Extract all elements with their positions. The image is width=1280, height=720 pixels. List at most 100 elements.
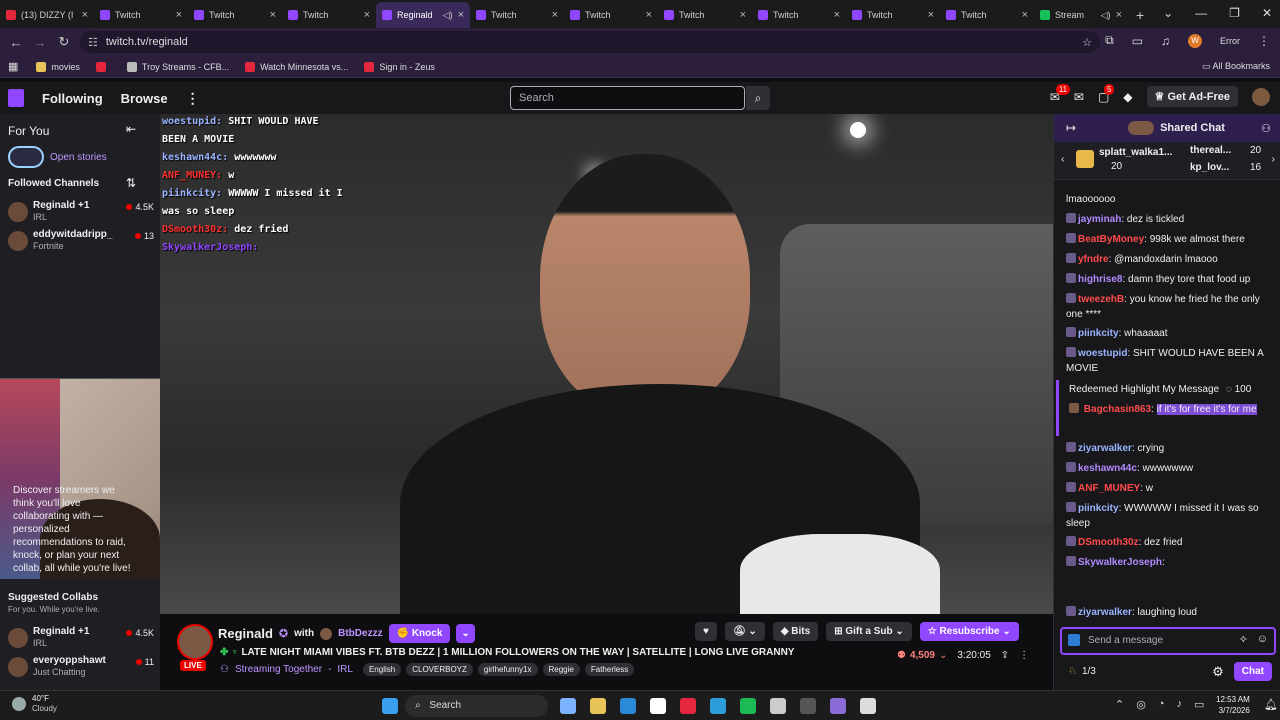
chat-username[interactable]: SkywalkerJoseph [1078,557,1162,568]
reload-button[interactable]: ↻ [52,34,76,50]
chat-username[interactable]: keshawn44c [1078,463,1137,474]
gift-sub-button[interactable]: ⊞ Gift a Sub ⌄ [826,622,912,641]
chat-send-button[interactable]: Chat [1233,662,1272,681]
stream-tag[interactable]: girlhefunny1x [477,663,538,676]
sidebar-channel[interactable]: Reginald +1 IRL 4.5K [8,626,158,650]
browser-tab[interactable]: Twitch × [94,2,188,28]
streaming-together-label[interactable]: Streaming Together [235,664,322,675]
share-icon[interactable]: ⇪ [1001,650,1009,661]
open-stories-row[interactable]: Open stories [8,146,107,168]
close-tab-icon[interactable]: × [458,9,464,21]
speaker-icon[interactable]: ◁) [443,10,453,21]
chat-username[interactable]: DSmooth30z [1078,537,1139,548]
browser-tab[interactable]: Twitch × [846,2,940,28]
bookmark-item[interactable] [95,61,111,72]
more-options-icon[interactable]: ⋮ [1019,650,1029,661]
tray-overflow-icon[interactable]: ⌃ [1115,698,1124,711]
chevron-down-icon[interactable]: ⌄ [1163,6,1173,20]
profile-avatar[interactable]: W [1188,33,1202,48]
maximize-button[interactable]: ❐ [1229,6,1240,20]
leaderboard-prev-icon[interactable]: ‹ [1061,154,1064,165]
streamer-avatar[interactable] [177,624,213,660]
new-tab-button[interactable]: + [1128,7,1152,28]
chat-username[interactable]: yfndre [1078,254,1109,265]
extensions-icon[interactable]: ⧉ [1105,33,1114,48]
windows-start-icon[interactable] [382,698,398,714]
chat-username[interactable]: piinkcity [1078,503,1119,514]
browser-tab[interactable]: Twitch × [658,2,752,28]
error-label[interactable]: Error [1220,36,1240,46]
get-ad-free-button[interactable]: ♕ Get Ad-Free [1146,86,1238,107]
chat-username[interactable]: piinkcity [1078,328,1119,339]
close-tab-icon[interactable]: × [176,9,182,21]
bookmark-item[interactable]: Sign in - Zeus [364,61,435,72]
chat-username[interactable]: tweezehB [1078,294,1124,305]
wifi-icon[interactable]: ◔ [1158,698,1165,711]
more-menu-icon[interactable]: ⋮ [186,90,200,107]
chat-settings-icon[interactable]: ⚙ [1212,664,1224,680]
following-link[interactable]: Following [42,91,103,106]
bits-button[interactable]: ◆ Bits [772,622,819,641]
inbox-icon[interactable]: ✉ 11 [1050,83,1071,104]
mail-icon[interactable]: ✉ [1074,90,1084,104]
close-tab-icon[interactable]: × [834,9,840,21]
channel-points-balance[interactable]: ♘ 1/3 [1068,666,1096,677]
emote-picker-icon[interactable]: ☺ [1257,633,1268,645]
leaderboard-next-icon[interactable]: › [1272,154,1275,165]
collab-name[interactable]: BtbDezzz [338,628,382,639]
browser-icon[interactable] [710,698,726,714]
taskbar-search[interactable]: ⌕ Search [405,695,548,717]
sort-icon[interactable]: ⇅ [126,176,136,190]
app-icon[interactable] [770,698,786,714]
close-tab-icon[interactable]: × [364,9,370,21]
chat-username[interactable]: woestupid [1078,348,1127,359]
bookmark-item[interactable]: Watch Minnesota vs... [245,61,348,72]
bits-cheer-icon[interactable]: ✧ [1239,633,1248,646]
media-player-icon[interactable] [860,698,876,714]
browser-tab[interactable]: Twitch × [188,2,282,28]
close-tab-icon[interactable]: × [270,9,276,21]
knock-button[interactable]: ✊ Knock [388,624,451,643]
collapse-chat-icon[interactable]: ↦ [1066,121,1076,135]
resubscribe-button[interactable]: ☆ Resubscribe ⌄ [919,622,1019,641]
clock[interactable]: 12:53 AM 3/7/2026 [1216,694,1250,716]
volume-icon[interactable]: ♪ [1176,698,1182,711]
streamer-name[interactable]: Reginald [218,626,273,641]
close-tab-icon[interactable]: × [928,9,934,21]
chat-username[interactable]: jayminah [1078,214,1121,225]
close-tab-icon[interactable]: × [1116,9,1122,21]
browser-tab[interactable]: Twitch × [752,2,846,28]
speaker-icon[interactable]: ◁) [1101,10,1111,21]
spotify-icon[interactable] [740,698,756,714]
discord-icon[interactable] [830,698,846,714]
close-tab-icon[interactable]: × [552,9,558,21]
stream-tag[interactable]: Reggie [542,663,580,676]
close-tab-icon[interactable]: × [1022,9,1028,21]
users-icon[interactable]: ⚇ [1261,122,1271,135]
all-bookmarks-button[interactable]: ▭ All Bookmarks [1202,61,1270,72]
media-icon[interactable]: ♫ [1161,34,1170,48]
browser-tab[interactable]: Twitch × [940,2,1034,28]
chat-username[interactable]: ziyarwalker [1078,443,1132,454]
notifications-bell-button[interactable]: 🔕︎ ⌄ [724,622,765,641]
twitch-logo-icon[interactable] [8,89,24,107]
tray-app-icon[interactable]: ◎ [1136,698,1146,711]
video-player[interactable]: woestupid: SHIT WOULD HAVE BEEN A MOVIE k… [160,114,1053,614]
battery-icon[interactable]: ▭ [1194,698,1204,711]
sidebar-channel[interactable]: eddywitdadripp_ Fortnite 13 [8,229,158,253]
site-info-icon[interactable]: ☷ [88,36,98,49]
apps-grid-icon[interactable]: ▦ [8,60,18,73]
collapse-sidebar-icon[interactable]: ⇤ [126,122,136,136]
menu-icon[interactable]: ⋮ [1258,34,1270,48]
widgets-icon[interactable] [560,698,576,714]
chat-username[interactable]: ziyarwalker [1078,607,1132,618]
whispers-icon[interactable]: ▢ 5 [1098,83,1115,104]
redeem-username[interactable]: Bagchasin863 [1084,404,1151,415]
close-tab-icon[interactable]: × [82,9,88,21]
steam-icon[interactable] [800,698,816,714]
browse-link[interactable]: Browse [121,91,168,106]
chat-username[interactable]: highrise8 [1078,274,1122,285]
address-bar[interactable]: ☷ twitch.tv/reginald ☆ [80,31,1100,53]
file-explorer-icon[interactable] [590,698,606,714]
browser-tab[interactable]: Twitch × [564,2,658,28]
